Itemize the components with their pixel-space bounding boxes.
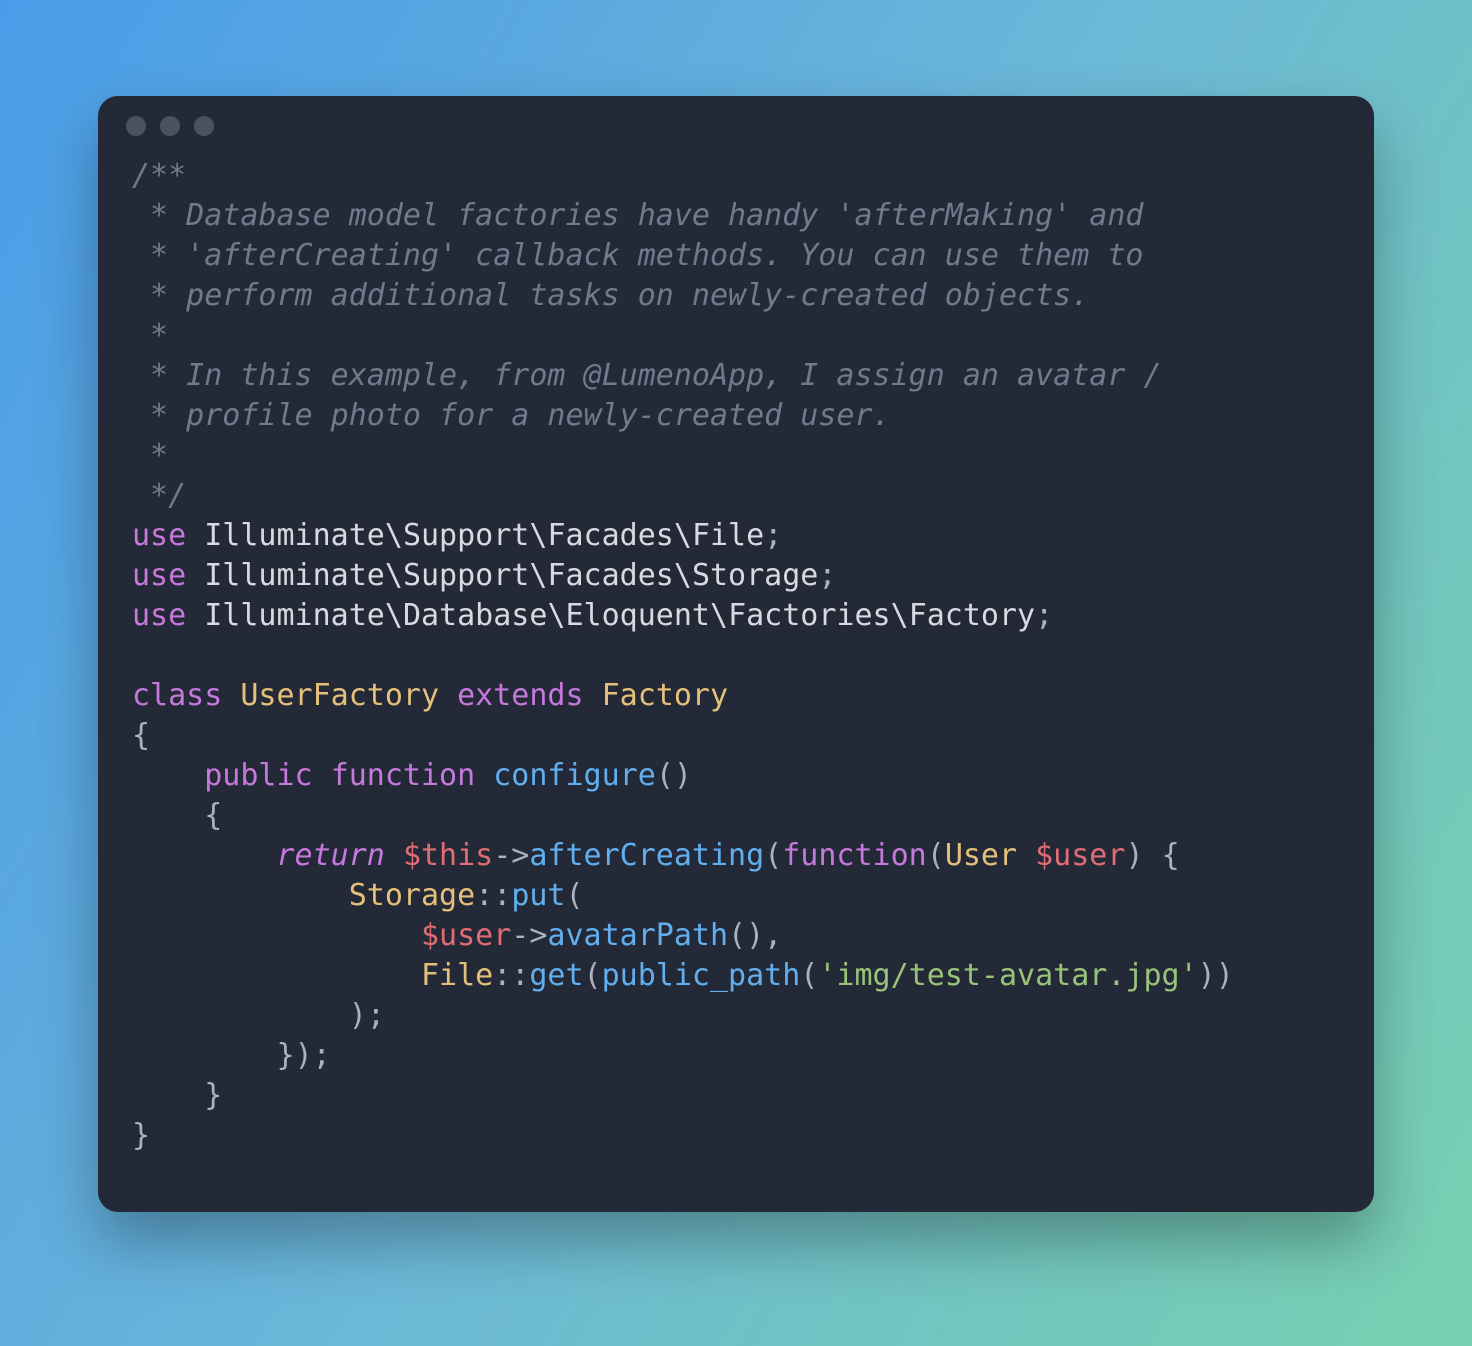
backslash: \ [674, 518, 692, 553]
comment-line: * perform additional tasks on newly-crea… [132, 278, 1089, 313]
namespace-part: Facades [547, 558, 673, 593]
namespace-part: File [692, 518, 764, 553]
paren: ) [1216, 958, 1234, 993]
semicolon: ; [818, 558, 836, 593]
backslash: \ [385, 518, 403, 553]
code-block: /** * Database model factories have hand… [98, 156, 1374, 1156]
semicolon: ; [1035, 598, 1053, 633]
comment-line: * Database model factories have handy 'a… [132, 198, 1143, 233]
paren: ( [764, 838, 782, 873]
paren: ( [566, 878, 584, 913]
backslash: \ [710, 598, 728, 633]
comment-line: * In this example, from @LumenoApp, I as… [132, 358, 1162, 393]
brace: { [132, 718, 150, 753]
backslash: \ [385, 558, 403, 593]
comment-line: * 'afterCreating' callback methods. You … [132, 238, 1143, 273]
keyword-use: use [132, 598, 186, 633]
namespace-part: Illuminate [204, 518, 385, 553]
comment-line: */ [132, 478, 186, 513]
method-name: configure [493, 758, 656, 793]
backslash: \ [891, 598, 909, 633]
method-call: put [511, 878, 565, 913]
brace: { [1162, 838, 1180, 873]
comma: , [764, 918, 782, 953]
backslash: \ [529, 558, 547, 593]
keyword-function: function [782, 838, 927, 873]
backslash: \ [385, 598, 403, 633]
method-call: get [529, 958, 583, 993]
function-call: public_path [602, 958, 801, 993]
paren: ( [800, 958, 818, 993]
class-ref: File [421, 958, 493, 993]
variable-user: $user [1035, 838, 1125, 873]
arrow: -> [511, 918, 547, 953]
comment-line: * profile photo for a newly-created user… [132, 398, 891, 433]
method-call: avatarPath [547, 918, 728, 953]
double-colon: :: [475, 878, 511, 913]
paren: ) [746, 918, 764, 953]
semicolon: ; [764, 518, 782, 553]
window-close-dot[interactable] [126, 116, 146, 136]
paren: ) [1125, 838, 1143, 873]
keyword-return: return [277, 838, 385, 873]
variable-user: $user [421, 918, 511, 953]
paren: ( [656, 758, 674, 793]
namespace-part: Storage [692, 558, 818, 593]
namespace-part: Support [403, 518, 529, 553]
keyword-extends: extends [457, 678, 583, 713]
namespace-part: Factory [909, 598, 1035, 633]
window-minimize-dot[interactable] [160, 116, 180, 136]
keyword-class: class [132, 678, 222, 713]
paren: ( [728, 918, 746, 953]
semicolon: ; [313, 1038, 331, 1073]
backslash: \ [547, 598, 565, 633]
backslash: \ [674, 558, 692, 593]
window-titlebar [98, 96, 1374, 156]
class-name: Factory [602, 678, 728, 713]
comment-line: * [132, 438, 168, 473]
paren: ) [349, 998, 367, 1033]
brace: } [277, 1038, 295, 1073]
brace: } [132, 1118, 150, 1153]
namespace-part: Factories [728, 598, 891, 633]
window-zoom-dot[interactable] [194, 116, 214, 136]
backslash: \ [529, 518, 547, 553]
keyword-function: function [331, 758, 476, 793]
class-name: UserFactory [240, 678, 439, 713]
paren: ) [295, 1038, 313, 1073]
semicolon: ; [367, 998, 385, 1033]
comment-line: * [132, 318, 168, 353]
method-call: afterCreating [529, 838, 764, 873]
brace: } [204, 1078, 222, 1113]
namespace-part: Illuminate [204, 598, 385, 633]
paren: ) [674, 758, 692, 793]
namespace-part: Eloquent [566, 598, 711, 633]
type-hint: User [945, 838, 1017, 873]
paren: ( [584, 958, 602, 993]
comment-line: /** [132, 158, 186, 193]
string-literal: 'img/test-avatar.jpg' [818, 958, 1197, 993]
keyword-use: use [132, 518, 186, 553]
variable-this: $this [403, 838, 493, 873]
keyword-use: use [132, 558, 186, 593]
arrow: -> [493, 838, 529, 873]
namespace-part: Illuminate [204, 558, 385, 593]
namespace-part: Database [403, 598, 548, 633]
paren: ) [1198, 958, 1216, 993]
code-window: /** * Database model factories have hand… [98, 96, 1374, 1212]
keyword-public: public [204, 758, 312, 793]
double-colon: :: [493, 958, 529, 993]
namespace-part: Support [403, 558, 529, 593]
namespace-part: Facades [547, 518, 673, 553]
class-ref: Storage [349, 878, 475, 913]
brace: { [204, 798, 222, 833]
paren: ( [927, 838, 945, 873]
